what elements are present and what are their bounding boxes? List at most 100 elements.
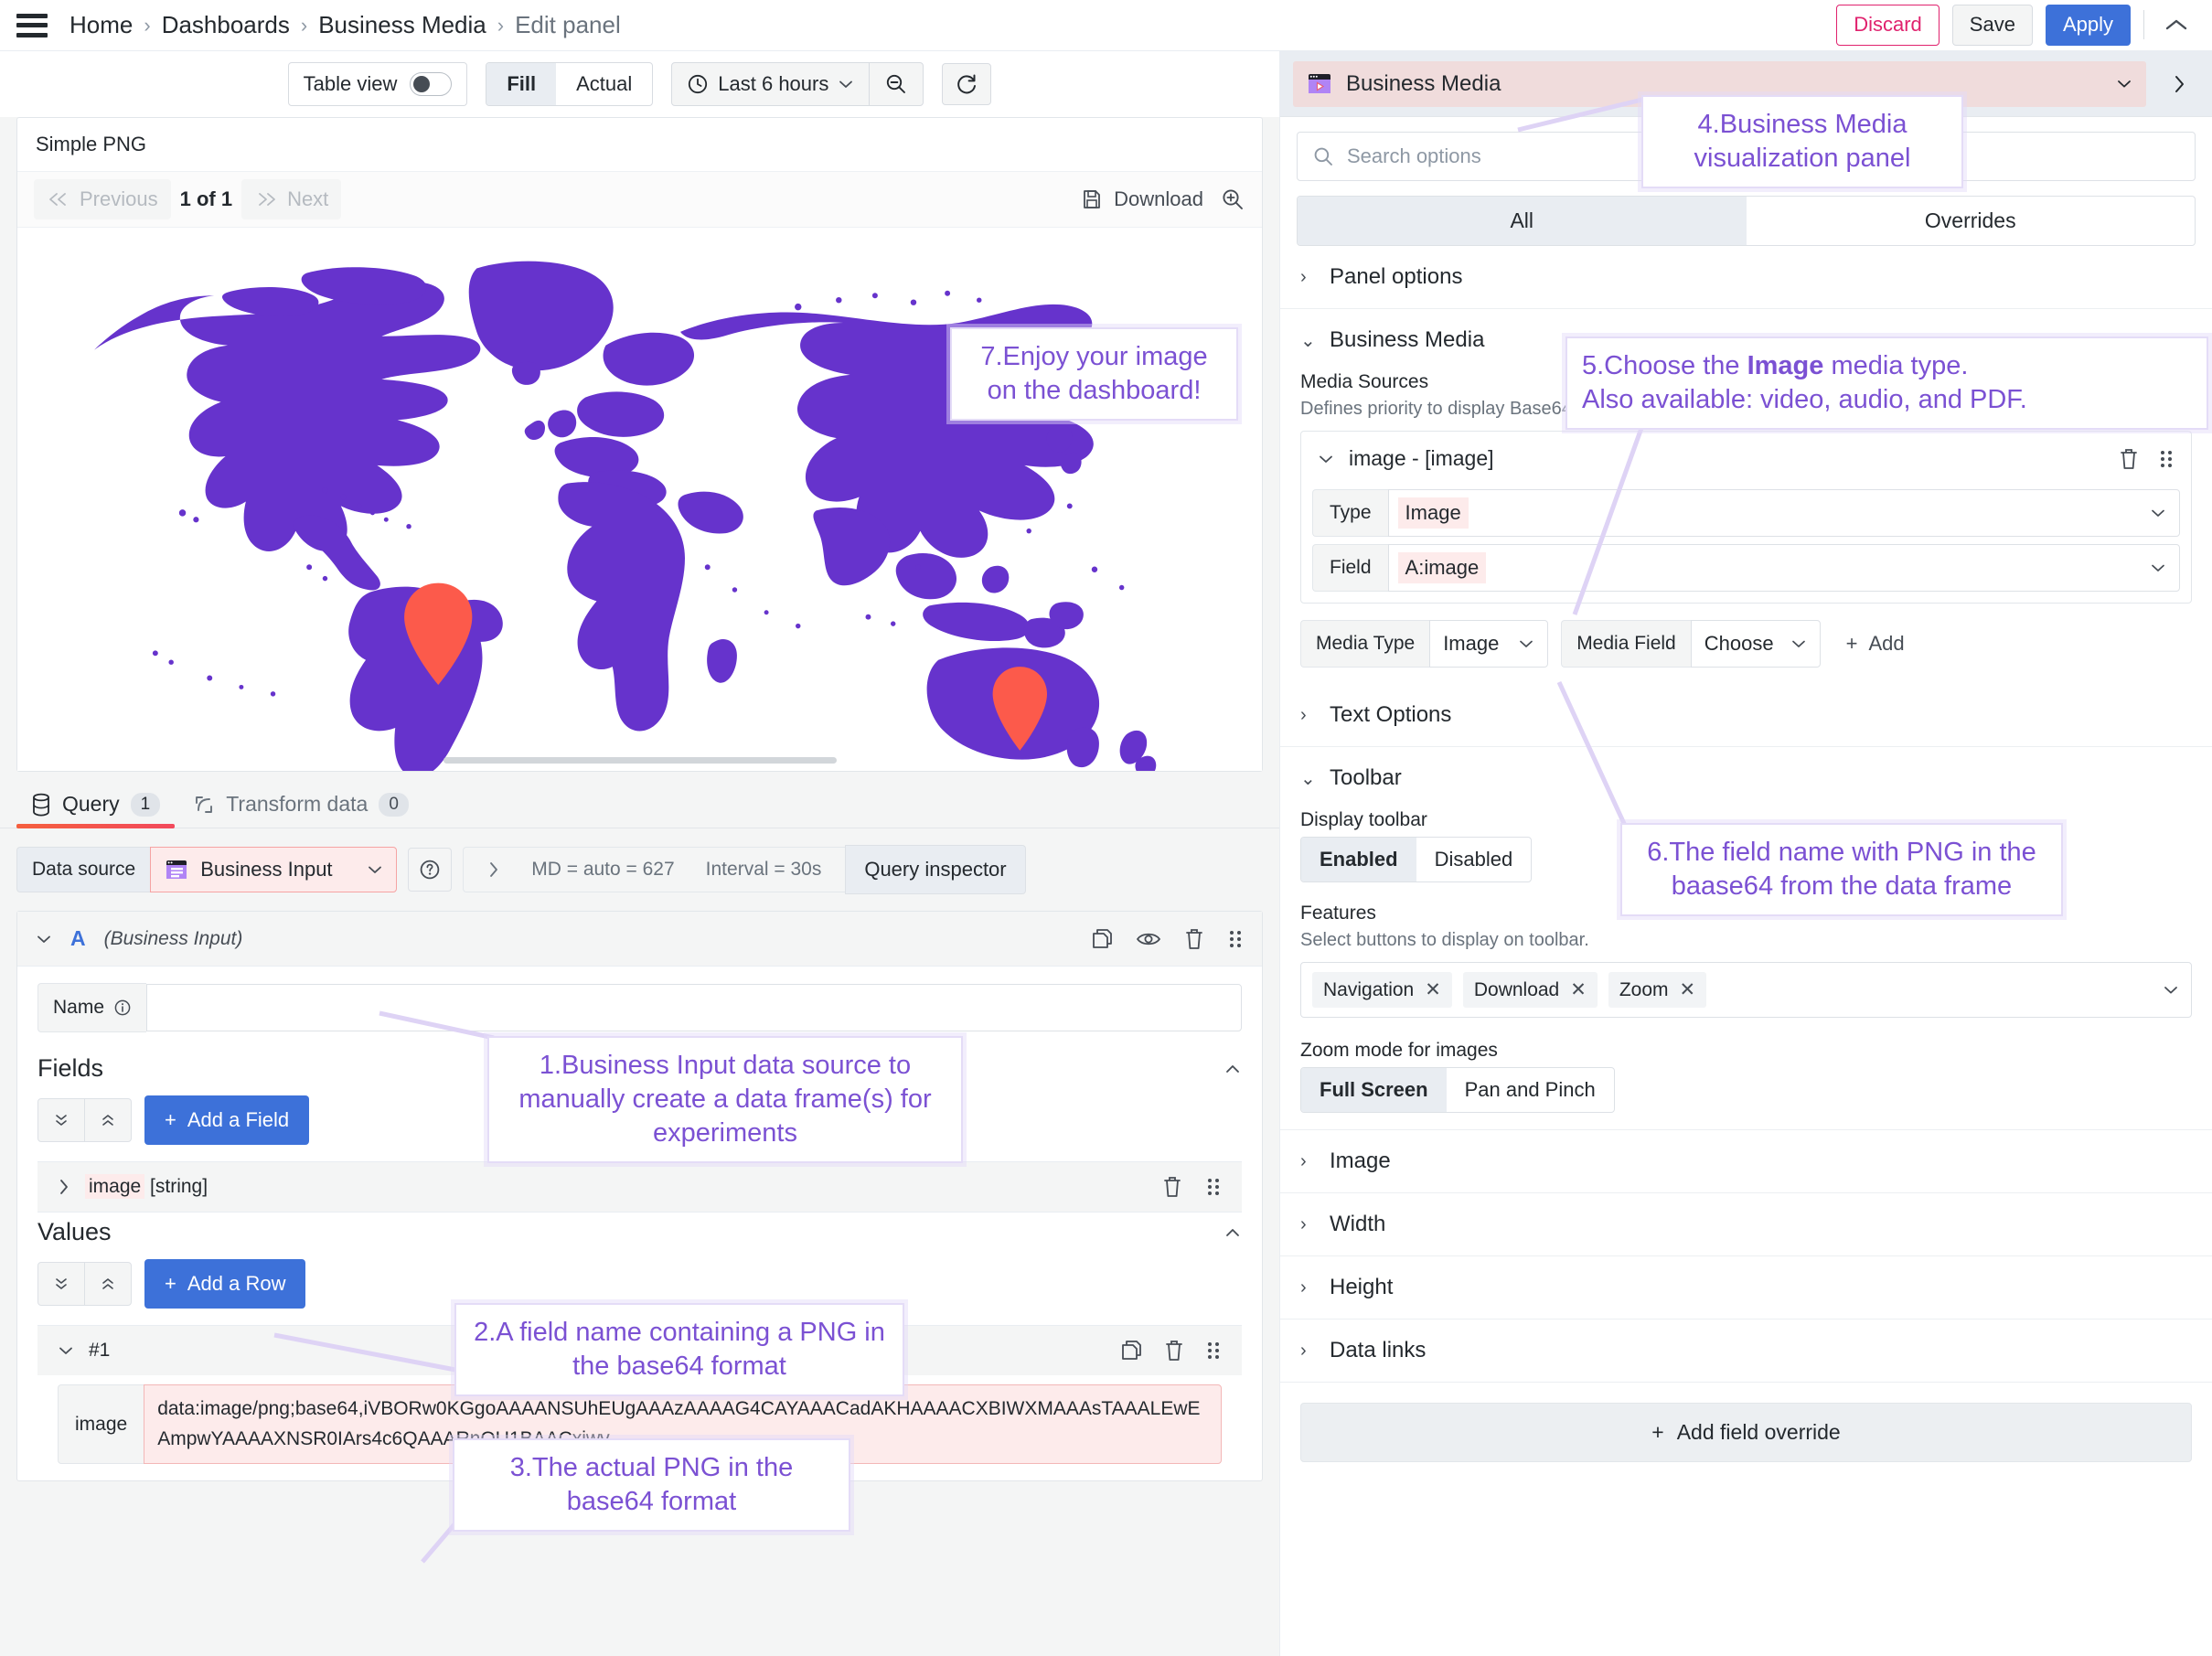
media-type-select[interactable]: Image — [1429, 620, 1548, 668]
section-height[interactable]: › Height — [1280, 1256, 2212, 1319]
drag-handle-icon[interactable] — [1205, 1339, 1222, 1362]
display-toolbar-segmented[interactable]: Enabled Disabled — [1300, 837, 1532, 882]
features-multiselect[interactable]: Navigation ✕ Download ✕ Zoom ✕ — [1300, 962, 2192, 1018]
chevron-up-icon[interactable] — [2157, 14, 2196, 36]
copy-icon[interactable] — [1119, 1339, 1143, 1362]
drag-handle-icon[interactable] — [2158, 447, 2175, 471]
breadcrumb-separator: › — [497, 14, 504, 37]
next-button[interactable]: Next — [241, 179, 341, 219]
field-expand-icon[interactable] — [58, 1178, 70, 1196]
save-button[interactable]: Save — [1952, 5, 2033, 45]
breadcrumb-item-home[interactable]: Home — [69, 11, 133, 39]
media-field-label: Media Field — [1561, 620, 1691, 668]
previous-button[interactable]: Previous — [34, 179, 171, 219]
add-a-field-button[interactable]: + Add a Field — [144, 1095, 309, 1145]
fields-label: Fields — [37, 1054, 103, 1083]
query-options-summary[interactable]: MD = auto = 627 Interval = 30s — [463, 847, 845, 892]
plus-icon: + — [165, 1272, 176, 1296]
tab-transform-data[interactable]: Transform data 0 — [178, 779, 423, 828]
media-source-collapse-icon[interactable] — [1318, 454, 1334, 465]
help-circle-icon[interactable] — [408, 848, 452, 892]
close-icon[interactable]: ✕ — [1680, 978, 1696, 1001]
refresh-icon[interactable] — [942, 63, 991, 105]
apply-button[interactable]: Apply — [2046, 5, 2131, 45]
interval-text: Interval = 30s — [706, 859, 822, 881]
data-source-select[interactable]: Business Input — [150, 847, 397, 892]
eye-icon[interactable] — [1136, 929, 1161, 949]
zoom-out-icon[interactable] — [870, 63, 923, 105]
collapse-all-icon[interactable] — [85, 1263, 131, 1305]
table-view-toggle[interactable]: Table view — [288, 62, 468, 106]
options-pane-collapse-icon[interactable] — [2159, 65, 2199, 103]
close-icon[interactable]: ✕ — [1570, 978, 1587, 1001]
options-filter-tabs: All Overrides — [1297, 196, 2196, 246]
time-range-picker[interactable]: Last 6 hours — [672, 63, 869, 105]
download-button[interactable]: Download — [1081, 187, 1203, 211]
field-value: A:image — [1398, 552, 1487, 583]
media-field-select[interactable]: Choose — [1691, 620, 1821, 668]
fit-mode-segmented[interactable]: Fill Actual — [486, 62, 653, 106]
trash-icon[interactable] — [1163, 1339, 1185, 1362]
section-panel-options[interactable]: › Panel options — [1280, 246, 2212, 309]
close-icon[interactable]: ✕ — [1425, 978, 1441, 1001]
feature-chip-zoom: Zoom ✕ — [1608, 972, 1706, 1008]
add-field-override-button[interactable]: + Add field override — [1300, 1403, 2192, 1462]
table-view-switch[interactable] — [410, 72, 452, 96]
trash-icon[interactable] — [1161, 1175, 1183, 1199]
plus-icon: + — [165, 1108, 176, 1132]
copy-icon[interactable] — [1090, 927, 1114, 951]
fields-collapse-icon[interactable] — [1224, 1063, 1242, 1075]
expand-all-icon[interactable] — [38, 1099, 85, 1141]
query-collapse-icon[interactable] — [36, 934, 52, 945]
query-ref-id[interactable]: A — [70, 926, 86, 951]
display-toolbar-enabled[interactable]: Enabled — [1301, 838, 1416, 881]
values-label: Values — [37, 1218, 112, 1246]
query-inspector-button[interactable]: Query inspector — [845, 845, 1025, 894]
add-a-row-button[interactable]: + Add a Row — [144, 1259, 305, 1309]
media-type-value: Image — [1443, 632, 1499, 656]
display-toolbar-disabled[interactable]: Disabled — [1416, 838, 1532, 881]
chevron-down-icon — [367, 864, 383, 875]
zoom-mode-segmented[interactable]: Full Screen Pan and Pinch — [1300, 1067, 1615, 1113]
section-toolbar-label: Toolbar — [1330, 765, 1402, 791]
type-select[interactable]: Image — [1388, 489, 2180, 537]
drag-handle-icon[interactable] — [1205, 1175, 1222, 1199]
section-image[interactable]: › Image — [1280, 1129, 2212, 1193]
section-text-options[interactable]: › Text Options — [1280, 684, 2212, 747]
collapse-all-icon[interactable] — [85, 1099, 131, 1141]
value-row-collapse-icon[interactable] — [58, 1345, 74, 1356]
fields-collapse-all-stepper — [37, 1098, 132, 1142]
name-input[interactable] — [146, 984, 1242, 1031]
horizontal-scrollbar[interactable] — [17, 757, 1262, 764]
tab-query[interactable]: Query 1 — [16, 779, 175, 828]
hamburger-icon[interactable] — [16, 14, 48, 37]
fit-option-actual[interactable]: Actual — [556, 63, 652, 105]
breadcrumb-item-business-media[interactable]: Business Media — [318, 11, 486, 39]
add-media-source-button[interactable]: + Add — [1830, 620, 1921, 668]
info-icon[interactable] — [113, 999, 132, 1017]
zoom-in-icon[interactable] — [1220, 187, 1245, 212]
discard-button[interactable]: Discard — [1836, 5, 1940, 45]
media-source-field-row: Field A:image — [1312, 544, 2180, 592]
drag-handle-icon[interactable] — [1227, 927, 1244, 951]
trash-icon[interactable] — [1183, 927, 1205, 951]
tab-overrides[interactable]: Overrides — [1747, 197, 2196, 245]
trash-icon[interactable] — [2118, 447, 2140, 471]
section-toolbar[interactable]: ⌄ Toolbar — [1280, 747, 2212, 796]
fit-option-fill[interactable]: Fill — [486, 63, 556, 105]
section-data-links-label: Data links — [1330, 1338, 1426, 1363]
tab-all[interactable]: All — [1298, 197, 1747, 245]
section-business-media-label: Business Media — [1330, 327, 1484, 353]
annotation-4: 4.Business Media visualization panel — [1641, 95, 1963, 188]
expand-all-icon[interactable] — [38, 1263, 85, 1305]
section-width[interactable]: › Width — [1280, 1193, 2212, 1256]
breadcrumb-item-dashboards[interactable]: Dashboards — [162, 11, 290, 39]
chevron-right-icon: › — [1300, 1277, 1313, 1298]
zoom-mode-pan-and-pinch[interactable]: Pan and Pinch — [1447, 1068, 1614, 1112]
zoom-mode-full-screen[interactable]: Full Screen — [1301, 1068, 1447, 1112]
values-collapse-icon[interactable] — [1224, 1226, 1242, 1239]
annotation-1: 1.Business Input data source to manually… — [487, 1036, 963, 1163]
section-data-links[interactable]: › Data links — [1280, 1319, 2212, 1383]
chevron-right-icon: › — [1300, 1151, 1313, 1172]
field-select[interactable]: A:image — [1388, 544, 2180, 592]
